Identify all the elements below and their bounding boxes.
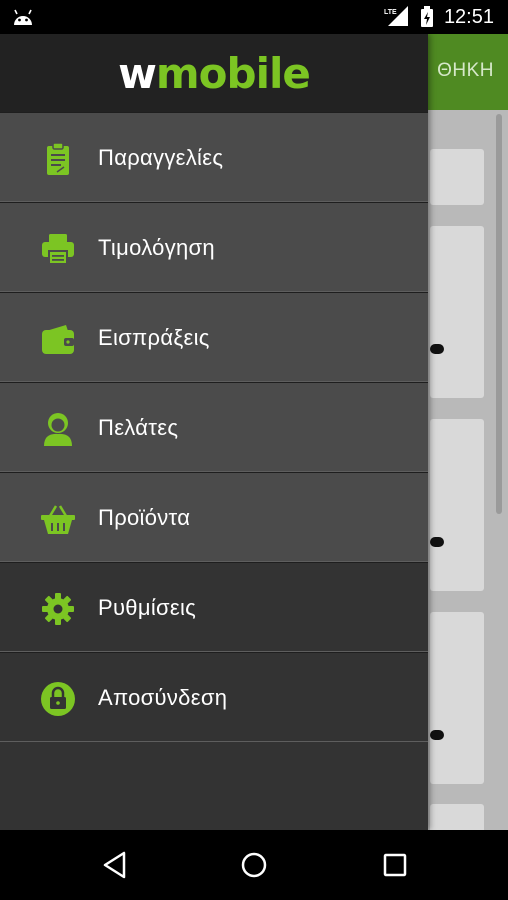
wallet-icon bbox=[42, 325, 74, 354]
menu-item-settings[interactable]: Ρυθμίσεις bbox=[0, 562, 428, 652]
drawer-header: wmobile bbox=[0, 34, 428, 112]
status-bar: LTE 12:51 bbox=[0, 0, 508, 34]
menu-item-logout[interactable]: Αποσύνδεση bbox=[0, 652, 428, 742]
cloud-icon bbox=[430, 344, 444, 354]
menu-item-customers[interactable]: Πελάτες bbox=[0, 382, 428, 472]
background-card bbox=[430, 226, 484, 398]
navigation-drawer: wmobile Παραγγελίες Τιμολόγηση Εισπράξει… bbox=[0, 34, 428, 830]
android-icon bbox=[14, 9, 32, 25]
lock-icon bbox=[41, 682, 75, 716]
app-logo: wmobile bbox=[118, 48, 311, 98]
menu-item-label: Τιμολόγηση bbox=[98, 235, 215, 260]
signal-icon: LTE bbox=[384, 6, 408, 26]
menu-item-label: Ρυθμίσεις bbox=[98, 595, 197, 620]
menu-item-label: Εισπράξεις bbox=[98, 325, 210, 350]
menu-item-label: Αποσύνδεση bbox=[98, 685, 228, 710]
clipboard-icon bbox=[47, 142, 69, 175]
menu-item-label: Πελάτες bbox=[98, 415, 179, 440]
menu-item-invoicing[interactable]: Τιμολόγηση bbox=[0, 202, 428, 292]
menu-item-label: Προϊόντα bbox=[98, 505, 191, 530]
drawer-menu: Παραγγελίες Τιμολόγηση Εισπράξεις Πελάτε… bbox=[0, 112, 428, 742]
basket-icon bbox=[41, 505, 75, 534]
background-toolbar-title: ΘΗΚΗ bbox=[437, 60, 494, 81]
recents-icon[interactable] bbox=[378, 848, 412, 882]
cloud-icon bbox=[430, 730, 444, 740]
cloud-icon bbox=[430, 537, 444, 547]
svg-text:LTE: LTE bbox=[384, 9, 397, 16]
home-icon[interactable] bbox=[237, 848, 271, 882]
customer-icon bbox=[44, 413, 72, 446]
menu-item-orders[interactable]: Παραγγελίες bbox=[0, 112, 428, 202]
back-icon[interactable] bbox=[98, 848, 132, 882]
background-card bbox=[430, 419, 484, 591]
scrollbar[interactable] bbox=[496, 114, 502, 514]
status-time: 12:51 bbox=[443, 5, 494, 28]
gear-icon bbox=[42, 593, 74, 625]
battery-icon bbox=[420, 6, 433, 27]
menu-item-collections[interactable]: Εισπράξεις bbox=[0, 292, 428, 382]
navigation-bar bbox=[0, 830, 508, 900]
menu-item-label: Παραγγελίες bbox=[98, 145, 224, 170]
background-card bbox=[430, 612, 484, 784]
menu-item-products[interactable]: Προϊόντα bbox=[0, 472, 428, 562]
printer-icon bbox=[42, 234, 74, 265]
background-card bbox=[430, 149, 484, 205]
